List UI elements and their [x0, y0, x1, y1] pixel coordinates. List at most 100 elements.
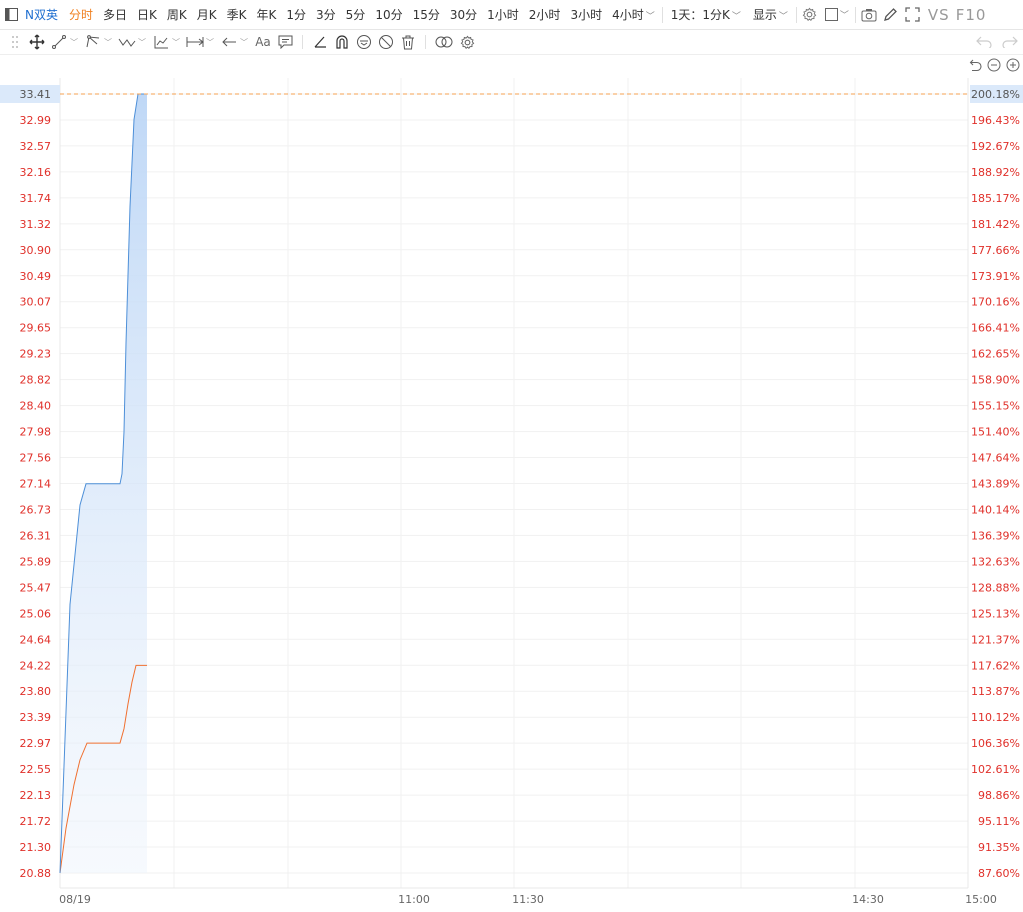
period-tab[interactable]: 3分 — [311, 0, 341, 30]
x-axis: 08/19 11:00 11:30 14:30 15:00 — [59, 893, 997, 906]
y-tick-right: 98.86% — [978, 789, 1020, 802]
y-tick-left: 29.65 — [20, 322, 52, 335]
chart-canvas[interactable]: 33.41 32.99 32.57 32.16 31.74 31.32 30.90 30.49… — [0, 0, 1023, 912]
y-tick-right: 162.65% — [971, 348, 1020, 361]
y-tick-right: 132.63% — [971, 555, 1020, 568]
chevron-down-icon[interactable]: ﹀ — [240, 37, 248, 48]
y-tick-right: 200.18% — [971, 88, 1020, 101]
period-tab[interactable]: 3小时 — [565, 0, 607, 30]
y-tick-left: 30.07 — [20, 296, 52, 309]
y-tick-left: 30.49 — [20, 270, 52, 283]
period-tab[interactable]: 1分 — [281, 0, 311, 30]
y-tick-left: 24.22 — [20, 659, 52, 672]
settings-icon[interactable] — [799, 0, 821, 30]
chevron-down-icon: ﹀ — [731, 11, 741, 22]
y-tick-right: 181.42% — [971, 218, 1020, 231]
y-tick-right: 87.60% — [978, 867, 1020, 880]
stock-name[interactable]: N双英 — [22, 0, 64, 30]
y-tick-right: 91.35% — [978, 841, 1020, 854]
period-tab[interactable]: 2小时 — [524, 0, 566, 30]
period-toolbar: N双英 分时 多日 日K 周K 月K 季K 年K 1分 3分 5分 10分 15分 30分 1小时 2小时 3… — [0, 0, 1023, 30]
zoom-out-icon[interactable] — [986, 57, 1002, 73]
channel-tool-icon[interactable] — [82, 30, 104, 55]
y-tick-right: 185.17% — [971, 192, 1020, 205]
y-tick-left: 21.30 — [20, 841, 52, 854]
period-tab[interactable]: 30分 — [445, 0, 482, 30]
lock-drawing-icon[interactable] — [353, 30, 375, 55]
y-tick-left: 32.99 — [20, 114, 52, 127]
sidebar-toggle-icon[interactable] — [0, 0, 22, 30]
period-tab[interactable]: 多日 — [98, 0, 132, 30]
wave-tool-icon[interactable] — [116, 30, 138, 55]
display-menu[interactable]: 显示 ﹀ — [747, 0, 794, 30]
drag-handle-icon[interactable] — [4, 30, 26, 55]
y-tick-left: 28.40 — [20, 400, 52, 413]
square-icon — [824, 8, 838, 21]
y-tick-right: 192.67% — [971, 140, 1020, 153]
undo-icon[interactable] — [971, 30, 997, 55]
y-tick-left: 32.57 — [20, 140, 52, 153]
period-tab[interactable]: 10分 — [370, 0, 407, 30]
y-tick-left: 27.56 — [20, 452, 52, 465]
y-tick-left: 22.97 — [20, 737, 52, 750]
period-tab[interactable]: 5分 — [341, 0, 371, 30]
fullscreen-icon[interactable] — [902, 0, 924, 30]
y-tick-right: 158.90% — [971, 374, 1020, 387]
f10-button[interactable]: F10 — [952, 6, 989, 24]
pattern-tool-icon[interactable] — [150, 30, 172, 55]
hide-drawings-icon[interactable] — [375, 30, 397, 55]
y-tick-left: 30.90 — [20, 244, 52, 257]
chevron-down-icon[interactable]: ﹀ — [206, 37, 214, 48]
compare-icon[interactable] — [432, 30, 456, 55]
y-tick-right: 106.36% — [971, 737, 1020, 750]
period-tab[interactable]: 月K — [192, 0, 222, 30]
y-tick-left: 22.55 — [20, 763, 52, 776]
text-tool[interactable]: Aa — [252, 30, 274, 55]
measure-tool-icon[interactable] — [184, 30, 206, 55]
y-axis-left: 33.41 32.99 32.57 32.16 31.74 31.32 30.90 30.49… — [0, 85, 60, 880]
y-tick-left: 25.89 — [20, 555, 52, 568]
y-tick-left: 25.06 — [20, 607, 52, 620]
period-tab[interactable]: 1小时 — [482, 0, 524, 30]
move-cross-icon[interactable] — [26, 30, 48, 55]
y-tick-right: 188.92% — [971, 166, 1020, 179]
comment-icon[interactable] — [274, 30, 296, 55]
reset-zoom-icon[interactable] — [967, 57, 983, 73]
draw-settings-icon[interactable] — [456, 30, 478, 55]
chevron-down-icon[interactable]: ﹀ — [172, 37, 180, 48]
period-tab[interactable]: 日K — [132, 0, 162, 30]
y-tick-left: 31.74 — [20, 192, 52, 205]
period-tab[interactable]: 15分 — [408, 0, 445, 30]
x-tick-label: 14:30 — [852, 893, 884, 906]
period-tab[interactable]: 4小时 ﹀ — [607, 0, 660, 30]
trash-icon[interactable] — [397, 30, 419, 55]
layout-select[interactable]: ﹀ — [821, 0, 853, 30]
pencil-icon[interactable] — [880, 0, 902, 30]
y-tick-right: 117.62% — [971, 659, 1020, 672]
multi-frame-select[interactable]: 1天：1分K ﹀ — [665, 0, 747, 30]
y-tick-right: 196.43% — [971, 114, 1020, 127]
y-tick-right: 151.40% — [971, 426, 1020, 439]
period-tab[interactable]: 周K — [162, 0, 192, 30]
chevron-down-icon[interactable]: ﹀ — [104, 37, 112, 48]
camera-icon[interactable] — [858, 0, 880, 30]
x-tick-label: 11:30 — [512, 893, 544, 906]
period-tab[interactable]: 分时 — [64, 0, 98, 30]
chart-app: 33.41 32.99 32.57 32.16 31.74 31.32 30.90 30.49… — [0, 0, 1023, 912]
chevron-down-icon[interactable]: ﹀ — [70, 37, 78, 48]
trend-line-icon[interactable] — [48, 30, 70, 55]
vs-button[interactable]: VS — [924, 6, 952, 24]
redo-icon[interactable] — [997, 30, 1023, 55]
divider — [854, 6, 856, 23]
y-tick-right: 166.41% — [971, 322, 1020, 335]
period-tab[interactable]: 季K — [222, 0, 252, 30]
period-tab[interactable]: 年K — [252, 0, 282, 30]
divider — [795, 6, 797, 23]
magnet-icon[interactable] — [331, 30, 353, 55]
chevron-down-icon[interactable]: ﹀ — [138, 37, 146, 48]
arrow-tool-icon[interactable] — [218, 30, 240, 55]
zoom-in-icon[interactable] — [1005, 57, 1021, 73]
angle-tool-icon[interactable] — [309, 30, 331, 55]
y-tick-left: 29.23 — [20, 348, 52, 361]
y-tick-left: 26.73 — [20, 503, 52, 516]
